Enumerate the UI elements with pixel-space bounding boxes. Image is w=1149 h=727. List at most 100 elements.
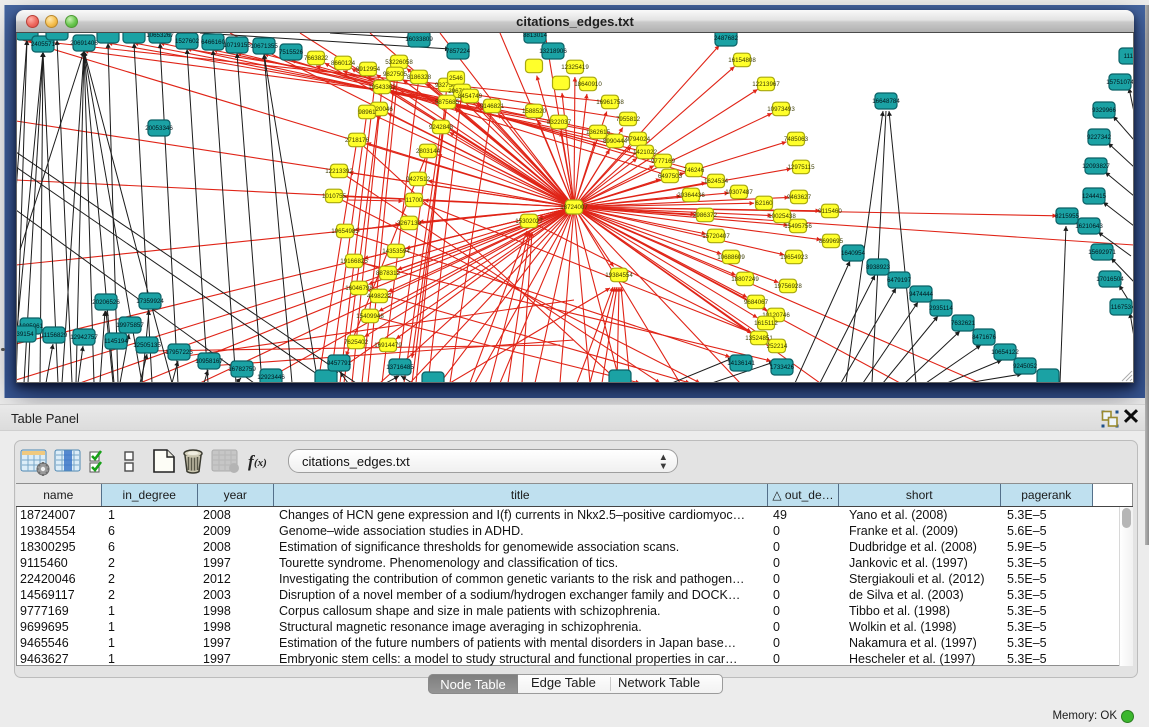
svg-text:9777169: 9777169 <box>651 158 676 165</box>
svg-text:16046798: 16046798 <box>345 285 373 292</box>
svg-text:19975857: 19975857 <box>116 322 144 329</box>
svg-text:62160: 62160 <box>755 200 773 207</box>
svg-text:8186328: 8186328 <box>407 74 432 81</box>
svg-text:2986372: 2986372 <box>693 212 718 219</box>
svg-text:16782759: 16782759 <box>228 366 256 373</box>
svg-text:8938923: 8938923 <box>866 264 891 271</box>
svg-text:7515526: 7515526 <box>279 49 304 56</box>
svg-text:15692971: 15692971 <box>1088 249 1116 256</box>
svg-text:16154808: 16154808 <box>728 57 756 64</box>
svg-text:1145194: 1145194 <box>104 338 128 345</box>
svg-text:12975115: 12975115 <box>787 164 815 171</box>
svg-text:1588520: 1588520 <box>522 108 547 115</box>
svg-text:20053346: 20053346 <box>145 125 173 132</box>
svg-text:9146821: 9146821 <box>480 103 505 110</box>
svg-text:2487682: 2487682 <box>714 35 739 42</box>
svg-text:1421022: 1421022 <box>633 149 658 156</box>
svg-text:7857224: 7857224 <box>446 48 471 55</box>
svg-text:14136141: 14136141 <box>727 360 755 367</box>
svg-text:3267130: 3267130 <box>397 220 422 227</box>
svg-text:10973493: 10973493 <box>767 106 795 113</box>
svg-text:252214: 252214 <box>767 343 788 350</box>
svg-text:7955812: 7955812 <box>616 116 641 123</box>
svg-text:1112: 1112 <box>1124 53 1134 60</box>
svg-text:98961: 98961 <box>358 109 376 116</box>
svg-text:53226058: 53226058 <box>385 59 413 66</box>
svg-text:11156829: 11156829 <box>41 332 68 339</box>
svg-text:8215955: 8215955 <box>1055 213 1080 220</box>
svg-text:20206526: 20206526 <box>92 299 120 306</box>
svg-text:12213967: 12213967 <box>752 81 780 88</box>
svg-text:2718176: 2718176 <box>345 137 370 144</box>
svg-text:2546: 2546 <box>449 75 463 82</box>
svg-text:8990444: 8990444 <box>603 138 628 145</box>
svg-text:(x): (x) <box>254 457 267 469</box>
svg-text:2935114: 2935114 <box>929 305 953 312</box>
svg-text:1624534: 1624534 <box>704 178 729 185</box>
svg-text:1615112: 1615112 <box>754 320 778 327</box>
svg-text:20364436: 20364436 <box>677 192 705 199</box>
svg-text:8322037: 8322037 <box>547 119 572 126</box>
svg-text:19756928: 19756928 <box>774 283 802 290</box>
svg-text:1244415: 1244415 <box>1082 193 1107 200</box>
svg-text:39154: 39154 <box>16 331 34 338</box>
svg-text:9474444: 9474444 <box>909 291 934 298</box>
svg-text:12093827: 12093827 <box>1082 163 1110 170</box>
svg-text:10307487: 10307487 <box>725 189 753 196</box>
svg-text:5875685: 5875685 <box>435 99 460 106</box>
svg-text:11700: 11700 <box>406 197 423 204</box>
svg-text:16648784: 16648784 <box>872 98 900 105</box>
svg-text:12505135: 12505135 <box>133 342 161 349</box>
svg-text:14353594: 14353594 <box>382 248 410 255</box>
svg-text:8878312: 8878312 <box>376 270 401 277</box>
svg-text:8471676: 8471676 <box>972 334 997 341</box>
svg-text:19654985: 19654985 <box>331 228 359 235</box>
svg-text:9457791: 9457791 <box>327 360 352 367</box>
svg-text:1640954: 1640954 <box>841 250 866 257</box>
svg-text:19384554: 19384554 <box>605 272 633 279</box>
svg-text:6479197: 6479197 <box>887 277 912 284</box>
svg-text:8813014: 8813014 <box>523 33 548 39</box>
svg-text:9684067: 9684067 <box>744 299 769 306</box>
svg-text:10671355: 10671355 <box>250 43 278 50</box>
svg-text:13716485: 13716485 <box>386 364 414 371</box>
svg-text:746246: 746246 <box>684 167 705 174</box>
svg-text:7663822: 7663822 <box>304 55 329 62</box>
svg-text:9242848: 9242848 <box>429 124 454 131</box>
svg-text:1733426: 1733426 <box>770 364 795 371</box>
svg-text:15720407: 15720407 <box>702 233 730 240</box>
svg-text:16033809: 16033809 <box>405 36 433 43</box>
svg-text:9245052: 9245052 <box>1013 363 1038 370</box>
svg-text:18724007: 18724007 <box>560 204 588 211</box>
svg-text:10654122: 10654122 <box>991 349 1019 356</box>
svg-text:7625402: 7625402 <box>344 339 369 346</box>
svg-text:12942757: 12942757 <box>70 334 98 341</box>
svg-text:20691406: 20691406 <box>70 40 98 47</box>
svg-text:18807249: 18807249 <box>731 276 759 283</box>
svg-text:19654923: 19654923 <box>780 254 808 261</box>
svg-text:7632621: 7632621 <box>951 320 976 327</box>
svg-text:4498222: 4498222 <box>367 293 392 300</box>
svg-text:7485063: 7485063 <box>784 136 809 143</box>
svg-text:1527602: 1527602 <box>175 38 200 45</box>
svg-text:2405571: 2405571 <box>31 41 56 48</box>
svg-text:8912954: 8912954 <box>356 66 381 73</box>
svg-text:9227342: 9227342 <box>1087 134 1112 141</box>
svg-text:15302027: 15302027 <box>515 218 543 225</box>
svg-text:10719155: 10719155 <box>223 42 251 49</box>
svg-text:16961758: 16961758 <box>596 99 624 106</box>
svg-text:9827505: 9827505 <box>383 71 408 78</box>
svg-text:8454749: 8454749 <box>458 93 483 100</box>
svg-text:15495756: 15495756 <box>784 223 812 230</box>
svg-text:9115460: 9115460 <box>818 208 842 215</box>
svg-text:19166825: 19166825 <box>340 258 368 265</box>
svg-text:12923446: 12923446 <box>257 374 285 381</box>
svg-text:17957225: 17957225 <box>165 349 193 356</box>
svg-text:10543362: 10543362 <box>368 84 396 91</box>
svg-text:12325419: 12325419 <box>561 64 589 71</box>
svg-text:9329966: 9329966 <box>1092 107 1117 114</box>
svg-text:116753: 116753 <box>1111 304 1132 311</box>
svg-text:9427512: 9427512 <box>406 176 431 183</box>
svg-text:9463627: 9463627 <box>787 194 812 201</box>
svg-text:8660124: 8660124 <box>331 60 356 67</box>
